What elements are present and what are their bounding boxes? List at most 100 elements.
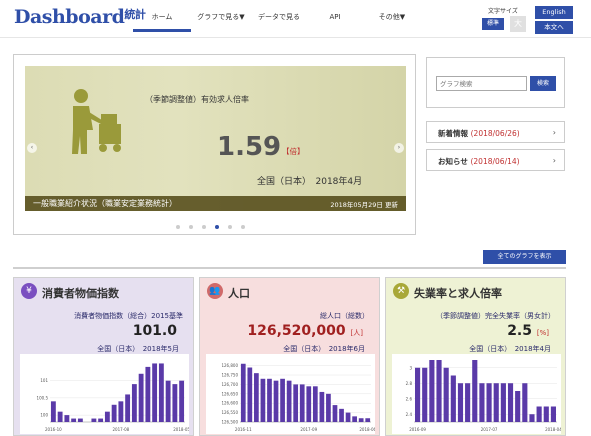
card-cpi[interactable]: ¥ 消費者物価指数 消費者物価指数（総合）2015基準 101.0 全国（日本）… [13,277,194,436]
y-tick-label: 3 [409,365,412,370]
chart-bar[interactable] [550,406,556,423]
chart-bar[interactable] [77,418,83,422]
chart-bar[interactable] [260,378,266,422]
x-tick-label: 2017-08 [113,427,130,432]
chart-bar[interactable] [118,401,124,422]
chart-bar[interactable] [145,366,151,422]
card-region: 全国（日本） 2018年6月 [283,345,365,353]
slide-source[interactable]: 一般職業紹介状況（職業安定業務統計） [33,198,177,209]
carousel-dot[interactable] [176,225,180,229]
chart-bar[interactable] [165,380,171,422]
chart-bar[interactable] [536,406,542,423]
nav-api[interactable]: API [307,0,363,32]
carousel-slide[interactable]: （季節調整値）有効求人倍率 1.59 【倍】 全国（日本） 2018年4月 一般… [25,66,406,211]
chart-bar[interactable] [365,418,371,422]
chart-bar[interactable] [306,386,312,422]
carousel-dot[interactable] [228,225,232,229]
chart-bar[interactable] [326,393,331,422]
chart-bar[interactable] [352,416,357,422]
chart-bar[interactable] [436,360,442,422]
chart-bar[interactable] [64,415,70,422]
chart-bar[interactable] [254,373,259,422]
chart-bar[interactable] [522,383,528,422]
chart-bar[interactable] [247,367,253,422]
chart-bar[interactable] [450,375,456,423]
chart-bar[interactable] [152,363,158,422]
card-value: 101.0 [132,323,177,339]
chart-bar[interactable] [50,401,56,422]
font-standard-button[interactable]: 標準 [482,18,504,30]
carousel: （季節調整値）有効求人倍率 1.59 【倍】 全国（日本） 2018年4月 一般… [13,54,416,235]
chart-bar[interactable] [312,386,318,422]
chart-bar[interactable] [71,418,77,422]
y-tick-label: 126,600 [221,401,238,406]
chart-bar[interactable] [57,411,63,422]
chart-bar[interactable] [179,380,185,422]
chart-bar[interactable] [293,384,299,422]
chart-bar[interactable] [543,406,549,423]
chart-bar[interactable] [319,391,325,422]
chart-bar[interactable] [332,405,338,422]
nav-data[interactable]: データで見る [251,0,307,32]
carousel-dot-active[interactable] [215,225,219,229]
card-value: 126,520,000 [人] [247,323,363,339]
all-graphs-button[interactable]: 全てのグラフを表示 [483,250,566,264]
card-unemployment[interactable]: ⚒ 失業率と求人倍率 （季節調整値）完全失業率（男女計） 2.5 [%] 全国（… [385,277,566,436]
carousel-dot[interactable] [241,225,245,229]
chart-bar[interactable] [500,383,506,422]
chart-bar[interactable] [131,384,137,422]
notice-link[interactable]: お知らせ (2018/06/14) › [426,149,565,171]
chart-bar[interactable] [172,384,178,422]
chart-bar[interactable] [104,411,110,422]
cpi-chart: 100 100.5 101 2016-10 2017-08 2018-05 [20,354,189,434]
carousel-dot[interactable] [202,225,206,229]
chart-bar[interactable] [465,383,471,422]
site-logo[interactable]: Dashboard統計 [14,6,146,28]
chart-bar[interactable] [493,383,499,422]
news-link[interactable]: 新着情報 (2018/06/26) › [426,121,565,143]
nav-other[interactable]: その他▼ [363,0,421,32]
chart-bar[interactable] [286,380,292,422]
chart-bar[interactable] [507,383,514,422]
chart-bar[interactable] [91,418,97,422]
chart-bar[interactable] [280,378,285,422]
x-tick-label: 2018-05 [173,427,189,432]
chevron-right-icon[interactable]: › [394,143,404,153]
chart-bar[interactable] [299,384,305,422]
chart-bar[interactable] [111,404,117,422]
chevron-left-icon[interactable]: ‹ [27,143,37,153]
chart-bar[interactable] [515,391,521,422]
chart-bar[interactable] [273,380,279,422]
people-icon: 👥 [207,283,223,299]
y-tick-label: 2.6 [406,396,413,401]
search-input[interactable] [436,76,527,91]
skip-to-content-button[interactable]: 本文へ [535,21,573,34]
chart-bar[interactable] [138,373,144,422]
english-button[interactable]: English [535,6,573,19]
chart-bar[interactable] [472,360,478,422]
nav-graph[interactable]: グラフで見る▼ [191,0,251,32]
chart-bar[interactable] [98,418,104,422]
chart-bar[interactable] [529,414,535,422]
chart-bar[interactable] [345,412,351,422]
chart-bar[interactable] [422,367,428,422]
chart-bar[interactable] [339,408,344,422]
chart-bar[interactable] [125,394,131,422]
chart-bar[interactable] [486,383,492,422]
font-large-button[interactable]: 大 [510,16,526,32]
card-subtitle: 総人口（総数） [320,312,369,320]
chart-bar[interactable] [443,367,449,422]
chart-bar[interactable] [415,367,421,422]
carousel-dot[interactable] [189,225,193,229]
main-nav: ホーム グラフで見る▼ データで見る API その他▼ [133,0,421,32]
card-population[interactable]: 👥 人口 総人口（総数） 126,520,000 [人] 全国（日本） 2018… [199,277,380,436]
chart-bar[interactable] [267,378,272,422]
chart-bar[interactable] [158,363,164,422]
chart-bar[interactable] [240,363,246,422]
chart-bar[interactable] [429,360,435,422]
chart-bar[interactable] [479,383,485,422]
nav-home[interactable]: ホーム [133,0,191,32]
chart-bar[interactable] [457,383,464,422]
chart-bar[interactable] [358,418,364,422]
search-button[interactable]: 検索 [530,76,556,91]
